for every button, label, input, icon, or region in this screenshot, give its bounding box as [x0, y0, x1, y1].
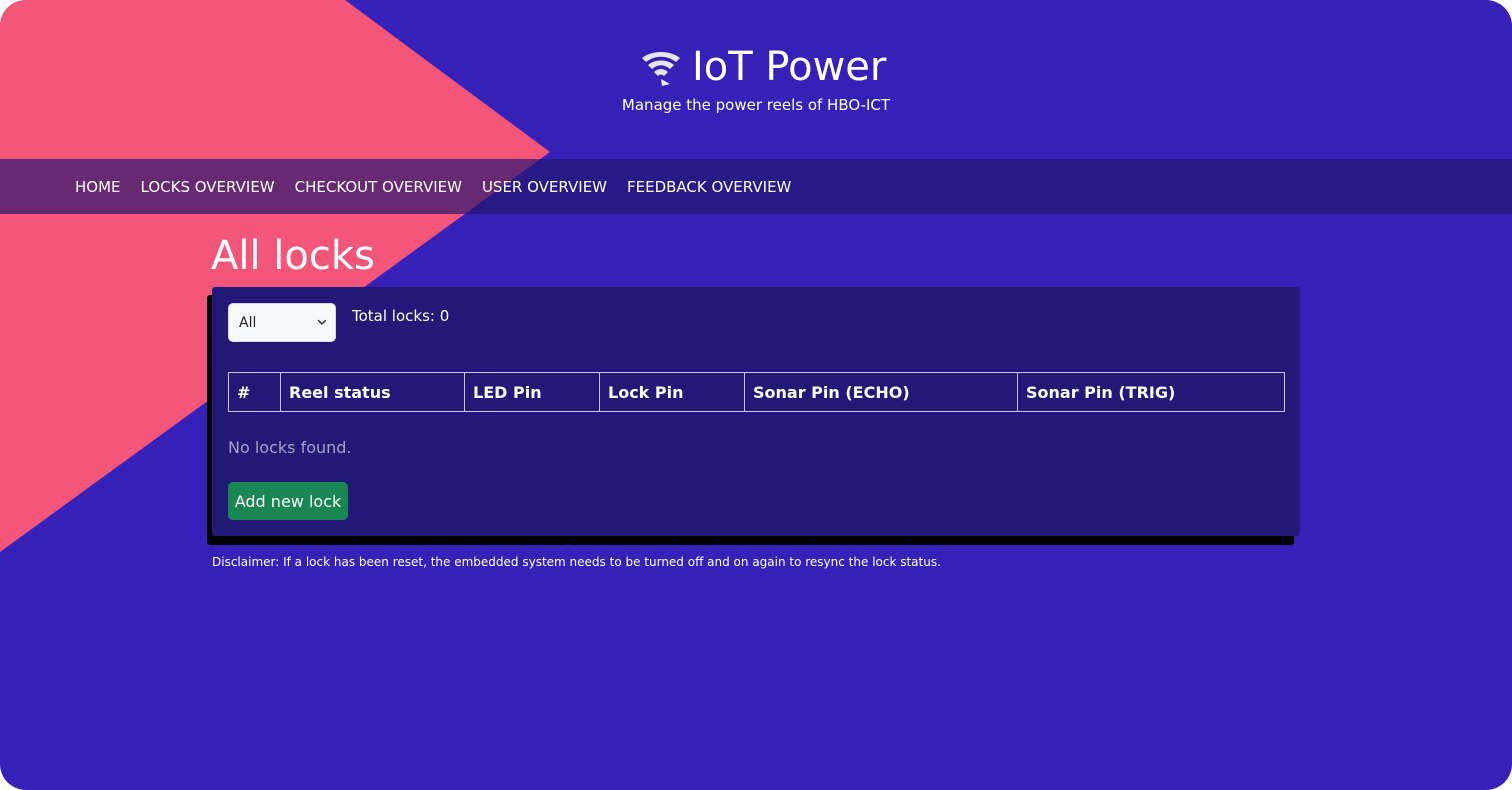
column-header-sonar-trig: Sonar Pin (TRIG) [1017, 372, 1285, 412]
nav-item-checkout-overview[interactable]: CHECKOUT OVERVIEW [295, 178, 462, 196]
nav-item-locks-overview[interactable]: LOCKS OVERVIEW [141, 178, 275, 196]
status-filter-select[interactable]: All [228, 303, 336, 342]
total-locks-count: Total locks: 0 [352, 307, 450, 325]
empty-state-message: No locks found. [228, 438, 352, 457]
column-header-id: # [228, 372, 281, 412]
brand[interactable]: IoT Power [640, 42, 886, 92]
nav-list: HOME LOCKS OVERVIEW CHECKOUT OVERVIEW US… [75, 159, 811, 214]
status-filter-value: All [239, 314, 257, 331]
page-title: All locks [211, 233, 375, 279]
disclaimer-text: Disclaimer: If a lock has been reset, th… [212, 555, 941, 569]
nav-item-home[interactable]: HOME [75, 178, 121, 196]
main-navbar: HOME LOCKS OVERVIEW CHECKOUT OVERVIEW US… [0, 159, 1512, 214]
chevron-down-icon [317, 319, 327, 325]
nav-item-user-overview[interactable]: USER OVERVIEW [482, 178, 607, 196]
column-header-lock-pin: Lock Pin [599, 372, 745, 412]
locks-card: All Total locks: 0 # Reel status LED Pin [212, 287, 1300, 536]
app-window: IoT Power Manage the power reels of HBO-… [0, 0, 1512, 790]
table-header-row: # Reel status LED Pin Lock Pin Sonar Pin… [228, 372, 1285, 412]
app-subtitle: Manage the power reels of HBO-ICT [621, 96, 891, 114]
app-title: IoT Power [692, 44, 887, 90]
nav-item-feedback-overview[interactable]: FEEDBACK OVERVIEW [627, 178, 791, 196]
wifi-reel-icon [642, 52, 680, 86]
locks-table: # Reel status LED Pin Lock Pin Sonar Pin… [228, 372, 1285, 412]
column-header-reel-status: Reel status [280, 372, 465, 412]
column-header-led-pin: LED Pin [464, 372, 600, 412]
add-new-lock-button[interactable]: Add new lock [228, 482, 348, 520]
column-header-sonar-echo: Sonar Pin (ECHO) [744, 372, 1018, 412]
